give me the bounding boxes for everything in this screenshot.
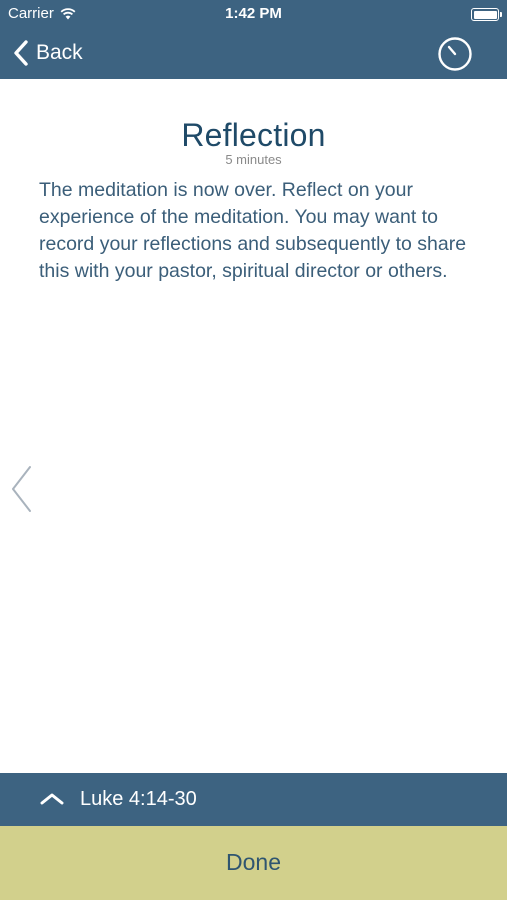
passage-reference: Luke 4:14-30: [80, 788, 197, 810]
chevron-up-icon: [40, 793, 64, 805]
reflection-text: The meditation is now over. Reflect on y…: [39, 179, 467, 282]
done-label: Done: [226, 849, 281, 875]
previous-step-icon[interactable]: [8, 464, 36, 514]
done-button[interactable]: Done: [0, 826, 507, 900]
status-bar: Carrier 1:42 PM: [0, 0, 507, 28]
meditation-content: Reflection 5 minutes The meditation is n…: [0, 79, 507, 773]
battery-icon: [471, 8, 502, 21]
back-button[interactable]: Back: [12, 38, 83, 68]
timer-icon[interactable]: [437, 36, 473, 72]
page-title: Reflection: [181, 117, 326, 153]
top-bar: Carrier 1:42 PM Back: [0, 0, 507, 79]
navigation-bar: Back: [0, 28, 507, 79]
duration-label: 5 minutes: [225, 152, 282, 167]
chevron-left-icon: [14, 40, 28, 66]
scripture-passage-bar[interactable]: Luke 4:14-30: [0, 773, 507, 826]
back-label: Back: [36, 41, 83, 64]
status-time: 1:42 PM: [225, 5, 282, 22]
